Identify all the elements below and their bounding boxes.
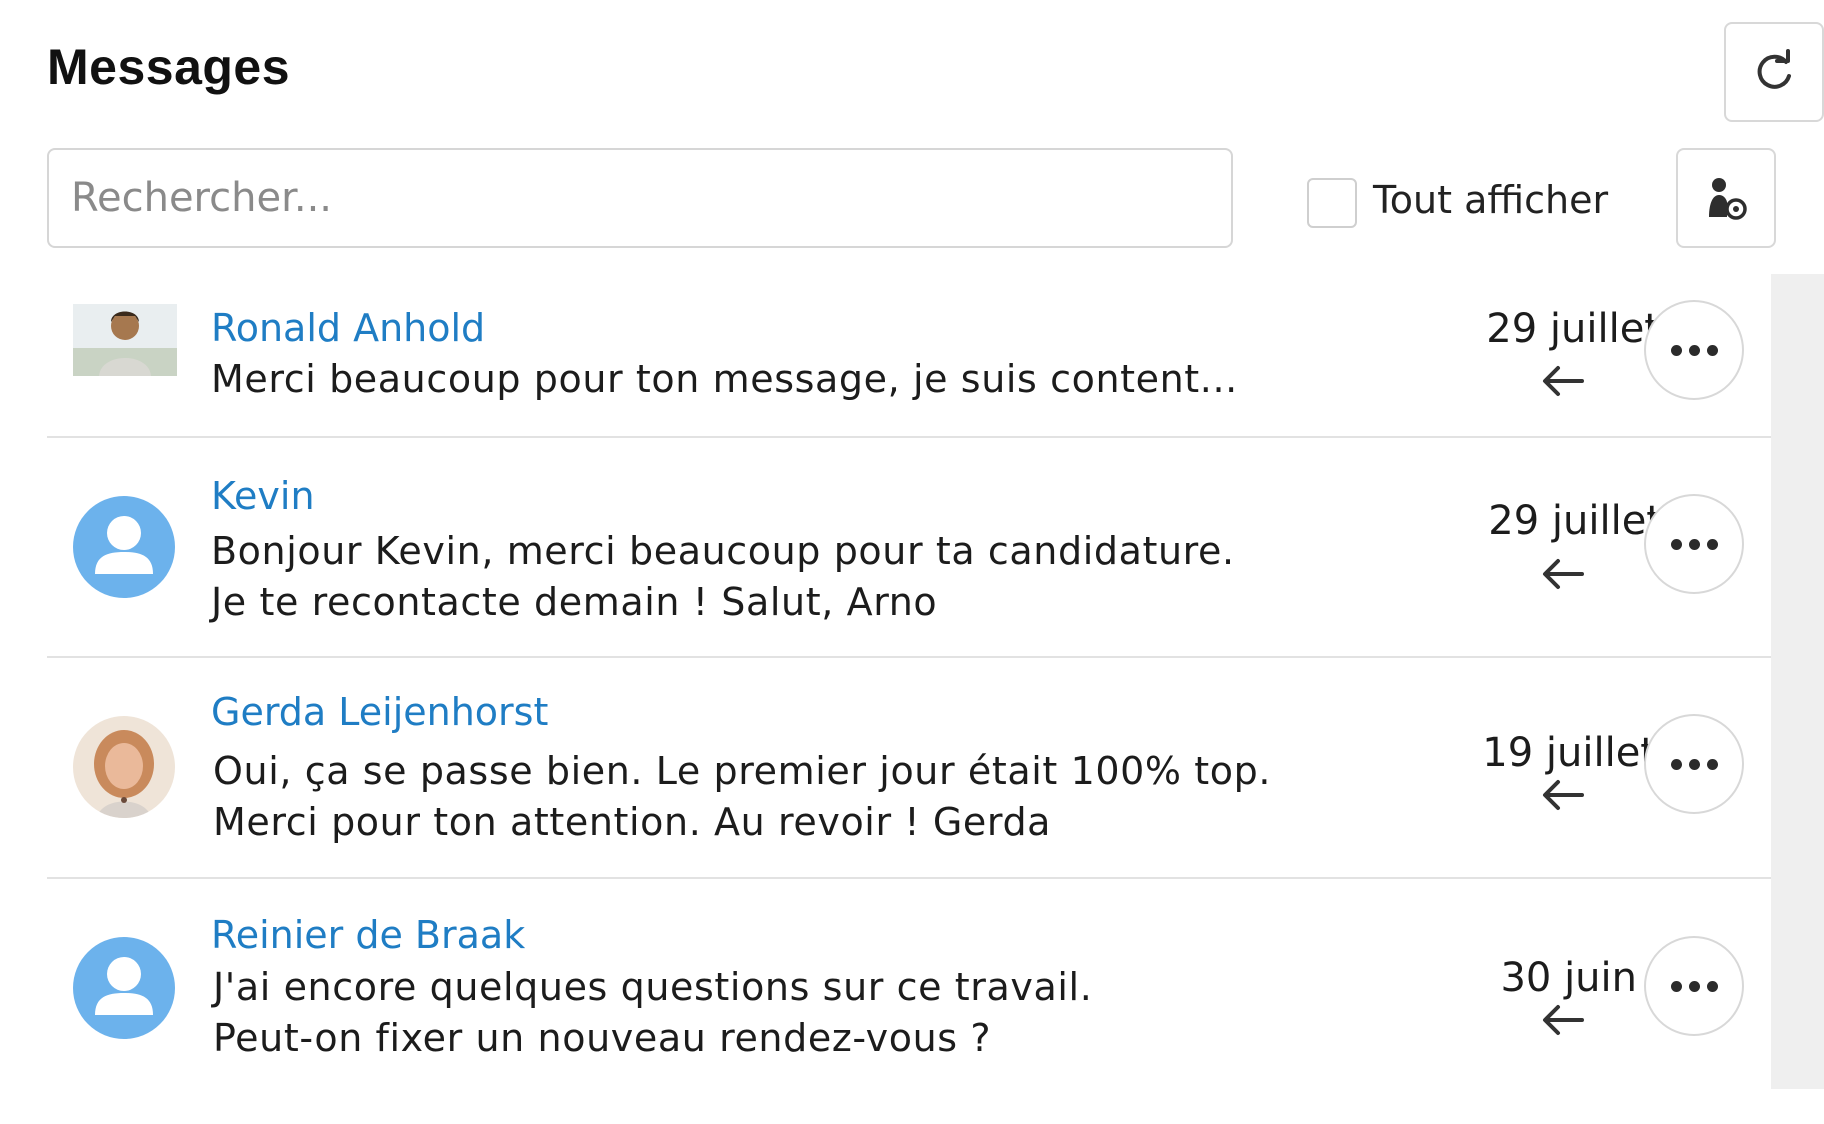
message-preview: Oui, ça se passe bien. Le premier jour é…	[213, 746, 1271, 848]
sender-name[interactable]: Kevin	[211, 474, 315, 518]
avatar-photo	[73, 716, 175, 818]
sender-name[interactable]: Reinier de Braak	[211, 913, 525, 957]
message-line: Peut-on fixer un nouveau rendez-vous ?	[213, 1016, 992, 1060]
show-all-label: Tout afficher	[1373, 178, 1609, 222]
message-preview: Merci beaucoup pour ton message, je suis…	[211, 354, 1238, 405]
refresh-button[interactable]	[1724, 22, 1824, 122]
more-options-button[interactable]	[1644, 494, 1744, 594]
ellipsis-icon	[1670, 344, 1682, 356]
refresh-icon	[1757, 49, 1791, 89]
message-line: Bonjour Kevin, merci beaucoup pour ta ca…	[211, 529, 1235, 573]
message-line: Je te recontacte demain ! Salut, Arno	[211, 580, 938, 624]
ellipsis-icon	[1670, 980, 1682, 992]
contact-settings-button[interactable]	[1676, 148, 1776, 248]
person-gear-icon	[1709, 178, 1747, 220]
message-row[interactable]: Reinier de Braak J'ai encore quelques qu…	[47, 879, 1771, 1089]
arrow-left-icon	[1543, 366, 1584, 396]
message-line: Merci beaucoup pour ton message, je suis…	[211, 357, 1238, 401]
arrow-left-icon	[1543, 780, 1584, 810]
message-date: 29 juillet	[1488, 498, 1662, 544]
search-input[interactable]	[47, 148, 1233, 248]
arrow-left-icon	[1543, 559, 1584, 589]
message-line: J'ai encore quelques questions sur ce tr…	[213, 965, 1093, 1009]
show-all-checkbox[interactable]	[1307, 178, 1357, 228]
sender-name[interactable]: Gerda Leijenhorst	[211, 690, 548, 734]
message-line: Merci pour ton attention. Au revoir ! Ge…	[213, 800, 1052, 844]
message-preview: Bonjour Kevin, merci beaucoup pour ta ca…	[211, 526, 1235, 628]
avatar-photo	[73, 304, 177, 376]
ellipsis-icon	[1670, 538, 1682, 550]
arrow-left-icon	[1543, 1005, 1584, 1035]
message-row[interactable]: Kevin Bonjour Kevin, merci beaucoup pour…	[47, 438, 1771, 658]
more-options-button[interactable]	[1644, 936, 1744, 1036]
message-row[interactable]: Gerda Leijenhorst Oui, ça se passe bien.…	[47, 658, 1771, 879]
page-title: Messages	[47, 39, 291, 95]
message-date: 30 juin	[1500, 955, 1637, 1001]
message-date: 19 juillet	[1482, 730, 1656, 776]
user-silhouette-icon	[73, 937, 175, 1039]
sender-name[interactable]: Ronald Anhold	[211, 306, 485, 350]
scrollbar-track[interactable]	[1771, 274, 1824, 1089]
message-preview: J'ai encore quelques questions sur ce tr…	[213, 962, 1092, 1064]
more-options-button[interactable]	[1644, 300, 1744, 400]
message-line: Oui, ça se passe bien. Le premier jour é…	[213, 749, 1272, 793]
user-silhouette-icon	[73, 496, 175, 598]
more-options-button[interactable]	[1644, 714, 1744, 814]
ellipsis-icon	[1670, 758, 1682, 770]
message-date: 29 juillet	[1486, 306, 1660, 352]
message-row[interactable]: Ronald Anhold Merci beaucoup pour ton me…	[47, 274, 1771, 438]
